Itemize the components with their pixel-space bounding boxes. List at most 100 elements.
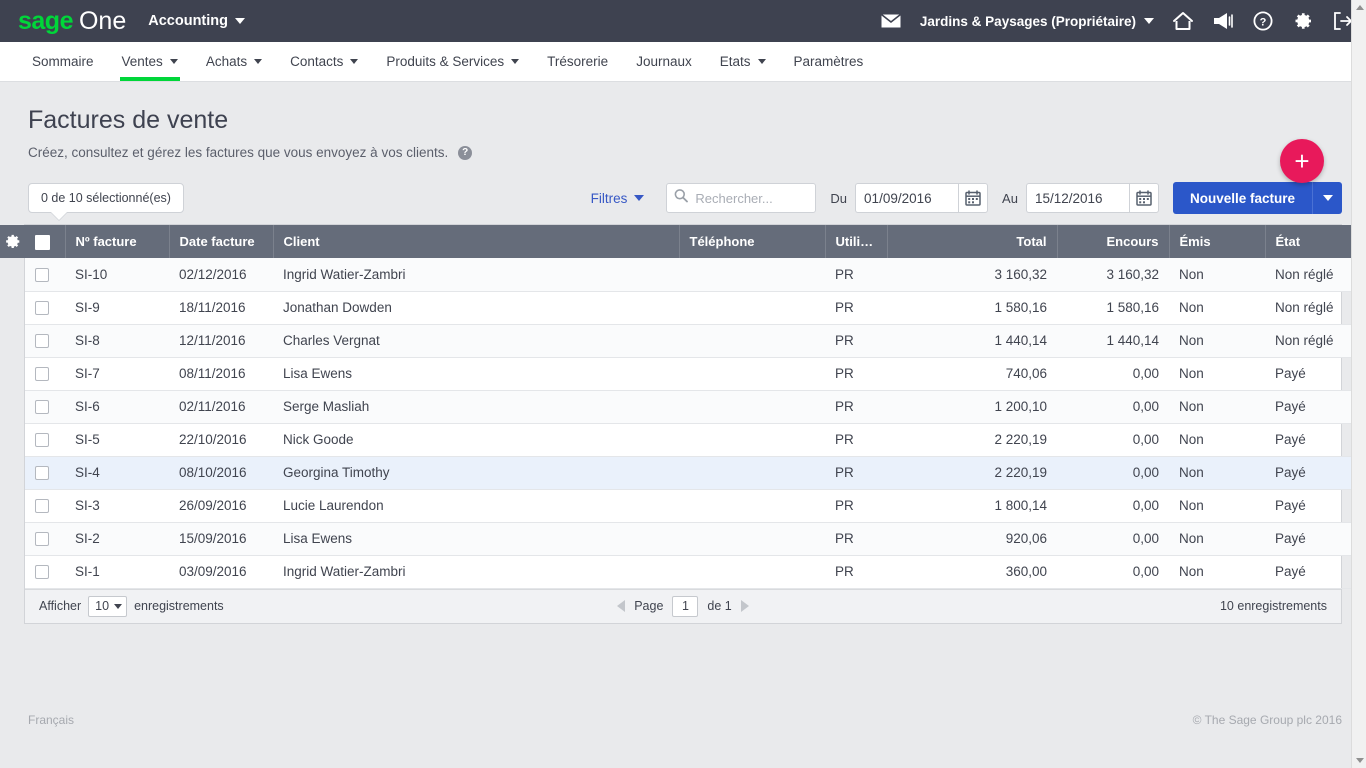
cell-client: Ingrid Watier-Zambri <box>273 555 679 589</box>
column-header-client[interactable]: Client <box>272 225 679 258</box>
page-title: Factures de vente <box>28 106 229 134</box>
filters-label: Filtres <box>590 190 628 206</box>
date-to-input[interactable] <box>1025 183 1129 213</box>
cell-total: 920,06 <box>887 522 1057 556</box>
column-header-phone[interactable]: Téléphone <box>678 225 825 258</box>
module-selector[interactable]: Accounting <box>148 13 245 29</box>
row-checkbox[interactable] <box>35 267 49 282</box>
table-row[interactable]: SI-2 15/09/2016 Lisa Ewens PR 920,06 0,0… <box>25 522 1366 556</box>
new-invoice-button[interactable]: Nouvelle facture <box>1172 182 1312 214</box>
table-row[interactable]: SI-3 26/09/2016 Lucie Laurendon PR 1 800… <box>25 489 1366 523</box>
row-checkbox[interactable] <box>35 400 49 415</box>
cell-issued: Non <box>1169 291 1265 325</box>
calendar-icon-from[interactable] <box>958 183 989 213</box>
cell-phone <box>679 258 825 292</box>
cell-phone <box>679 390 825 424</box>
next-page-button[interactable] <box>740 600 749 612</box>
nav-item-contacts[interactable]: Contacts <box>276 42 372 81</box>
cell-user: PR <box>825 456 887 490</box>
company-label: Jardins & Paysages (Propriétaire) <box>919 13 1136 29</box>
date-from-input[interactable] <box>855 183 959 213</box>
column-header-user[interactable]: Utilisat... <box>824 225 887 258</box>
row-select-cell[interactable] <box>25 489 65 523</box>
row-checkbox[interactable] <box>35 301 49 316</box>
plus-icon: + <box>1294 146 1310 176</box>
column-header-outstanding[interactable]: Encours <box>1056 225 1169 258</box>
row-select-cell[interactable] <box>25 291 65 325</box>
nav-item-journaux[interactable]: Journaux <box>622 42 706 81</box>
row-checkbox[interactable] <box>35 433 49 448</box>
table-settings-button[interactable] <box>0 225 31 258</box>
cell-phone <box>679 489 825 523</box>
select-all-header[interactable] <box>25 225 65 258</box>
search-box[interactable] <box>666 183 817 213</box>
nav-item-tresorerie[interactable]: Trésorerie <box>533 42 622 81</box>
row-checkbox[interactable] <box>35 334 49 349</box>
row-select-cell[interactable] <box>25 390 65 424</box>
nav-item-produits-services[interactable]: Produits & Services <box>372 42 533 81</box>
page-size-select[interactable]: 10 <box>88 595 128 617</box>
nav-item-parametres[interactable]: Paramètres <box>780 42 878 81</box>
language-link[interactable]: Français <box>28 713 74 727</box>
row-select-cell[interactable] <box>25 423 65 457</box>
column-header-total[interactable]: Total <box>886 225 1057 258</box>
row-select-cell[interactable] <box>25 456 65 490</box>
cell-outstanding: 0,00 <box>1057 489 1169 523</box>
select-all-checkbox[interactable] <box>35 234 50 250</box>
page-scrollbar[interactable] <box>1351 0 1366 768</box>
home-icon[interactable] <box>1172 10 1194 32</box>
top-bar: sage One Accounting Jardins & Paysages (… <box>0 0 1366 42</box>
previous-page-button[interactable] <box>617 600 626 612</box>
row-select-cell[interactable] <box>25 258 65 292</box>
table-body: SI-10 02/12/2016 Ingrid Watier-Zambri PR… <box>25 258 1366 589</box>
megaphone-icon[interactable] <box>1212 10 1234 32</box>
table-row[interactable]: SI-7 08/11/2016 Lisa Ewens PR 740,06 0,0… <box>25 357 1366 391</box>
table-row[interactable]: SI-9 18/11/2016 Jonathan Dowden PR 1 580… <box>25 291 1366 325</box>
column-header-issued[interactable]: Émis <box>1168 225 1265 258</box>
row-checkbox[interactable] <box>35 532 49 547</box>
company-selector[interactable]: Jardins & Paysages (Propriétaire) <box>920 14 1154 29</box>
page-subtitle: Créez, consultez et gérez les factures q… <box>28 145 449 160</box>
scroll-up-button[interactable] <box>1352 0 1366 15</box>
gear-icon[interactable] <box>1292 10 1314 32</box>
cell-invoice-date: 08/10/2016 <box>169 456 273 490</box>
table-row[interactable]: SI-5 22/10/2016 Nick Goode PR 2 220,19 0… <box>25 423 1366 457</box>
mail-icon[interactable] <box>880 10 902 32</box>
column-header-date[interactable]: Date facture <box>168 225 273 258</box>
list-toolbar: 0 de 10 sélectionné(es) Filtres Du Au <box>24 182 1342 214</box>
row-checkbox[interactable] <box>35 466 49 481</box>
row-select-cell[interactable] <box>25 357 65 391</box>
cell-outstanding: 1 440,14 <box>1057 324 1169 358</box>
row-checkbox[interactable] <box>35 499 49 514</box>
cell-phone <box>679 456 825 490</box>
nav-item-sommaire[interactable]: Sommaire <box>18 42 108 81</box>
row-select-cell[interactable] <box>25 324 65 358</box>
table-row[interactable]: SI-1 03/09/2016 Ingrid Watier-Zambri PR … <box>25 555 1366 589</box>
search-input[interactable] <box>693 189 816 207</box>
nav-item-ventes[interactable]: Ventes <box>108 42 192 81</box>
cell-invoice-date: 03/09/2016 <box>169 555 273 589</box>
add-button[interactable]: + <box>1280 139 1324 183</box>
row-checkbox[interactable] <box>35 565 49 580</box>
row-select-cell[interactable] <box>25 555 65 589</box>
row-checkbox[interactable] <box>35 367 49 382</box>
cell-total: 3 160,32 <box>887 258 1057 292</box>
table-row[interactable]: SI-8 12/11/2016 Charles Vergnat PR 1 440… <box>25 324 1366 358</box>
column-header-num[interactable]: Nº facture <box>64 225 169 258</box>
row-select-cell[interactable] <box>25 522 65 556</box>
table-row[interactable]: SI-6 02/11/2016 Serge Masliah PR 1 200,1… <box>25 390 1366 424</box>
help-icon[interactable]: ? <box>458 145 473 160</box>
table-row[interactable]: SI-10 02/12/2016 Ingrid Watier-Zambri PR… <box>25 258 1366 292</box>
calendar-icon-to[interactable] <box>1128 183 1159 213</box>
filters-button[interactable]: Filtres <box>591 191 645 206</box>
nav-item-etats[interactable]: Etats <box>706 42 780 81</box>
brand-logo[interactable]: sage One <box>18 8 126 34</box>
page-number-input[interactable]: 1 <box>672 595 699 617</box>
help-icon[interactable]: ? <box>1252 10 1274 32</box>
invoices-table-container: Nº facture Date facture Client Téléphone… <box>0 224 1366 624</box>
scroll-down-button[interactable] <box>1352 753 1366 768</box>
table-row[interactable]: SI-4 08/10/2016 Georgina Timothy PR 2 22… <box>25 456 1366 490</box>
new-invoice-dropdown-button[interactable] <box>1312 182 1342 214</box>
page-total-label: de 1 <box>707 599 732 613</box>
nav-item-achats[interactable]: Achats <box>192 42 276 81</box>
